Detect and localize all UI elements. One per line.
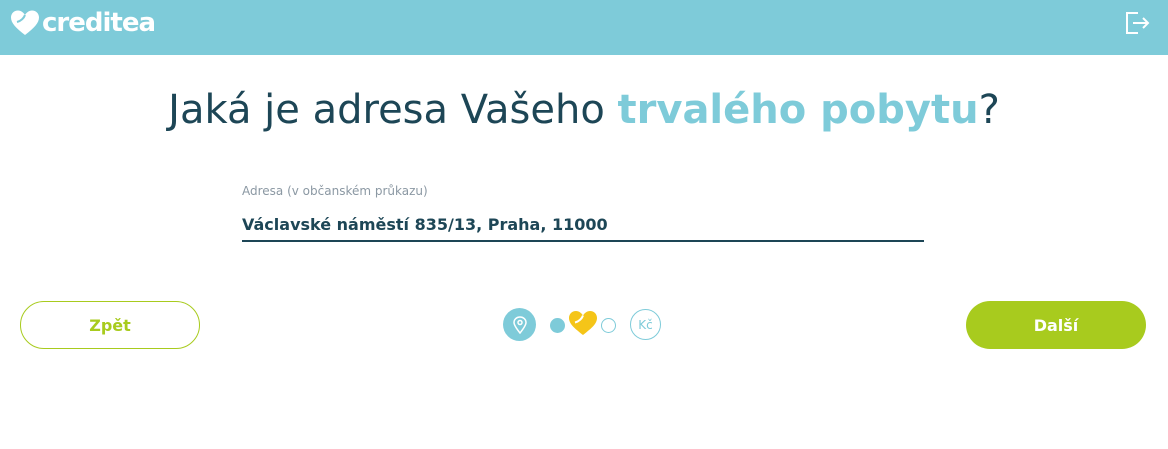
step-dot-pending (601, 318, 616, 333)
page-title: Jaká je adresa Vašeho trvalého pobytu? (0, 84, 1168, 136)
next-button[interactable]: Další (966, 301, 1146, 349)
top-header-bar: creditea (0, 0, 1168, 55)
creditea-logo[interactable]: creditea (10, 6, 156, 40)
address-input[interactable] (242, 208, 924, 242)
title-highlight: trvalého pobytu (617, 87, 979, 133)
heart-logo-icon (11, 10, 39, 35)
location-pin-icon (512, 315, 527, 334)
back-button[interactable]: Zpět (20, 301, 200, 349)
address-field-label: Adresa (v občanském průkazu) (242, 184, 428, 198)
logout-icon[interactable] (1124, 11, 1150, 35)
current-step-heart-icon (569, 311, 597, 335)
brand-name: creditea (42, 8, 156, 38)
progress-indicator: Kč (503, 308, 665, 342)
title-prefix: Jaká je adresa Vašeho (168, 87, 618, 133)
step-address (503, 308, 536, 341)
step-dot-completed (550, 318, 565, 333)
step-currency: Kč (630, 309, 661, 340)
title-suffix: ? (978, 87, 1000, 133)
